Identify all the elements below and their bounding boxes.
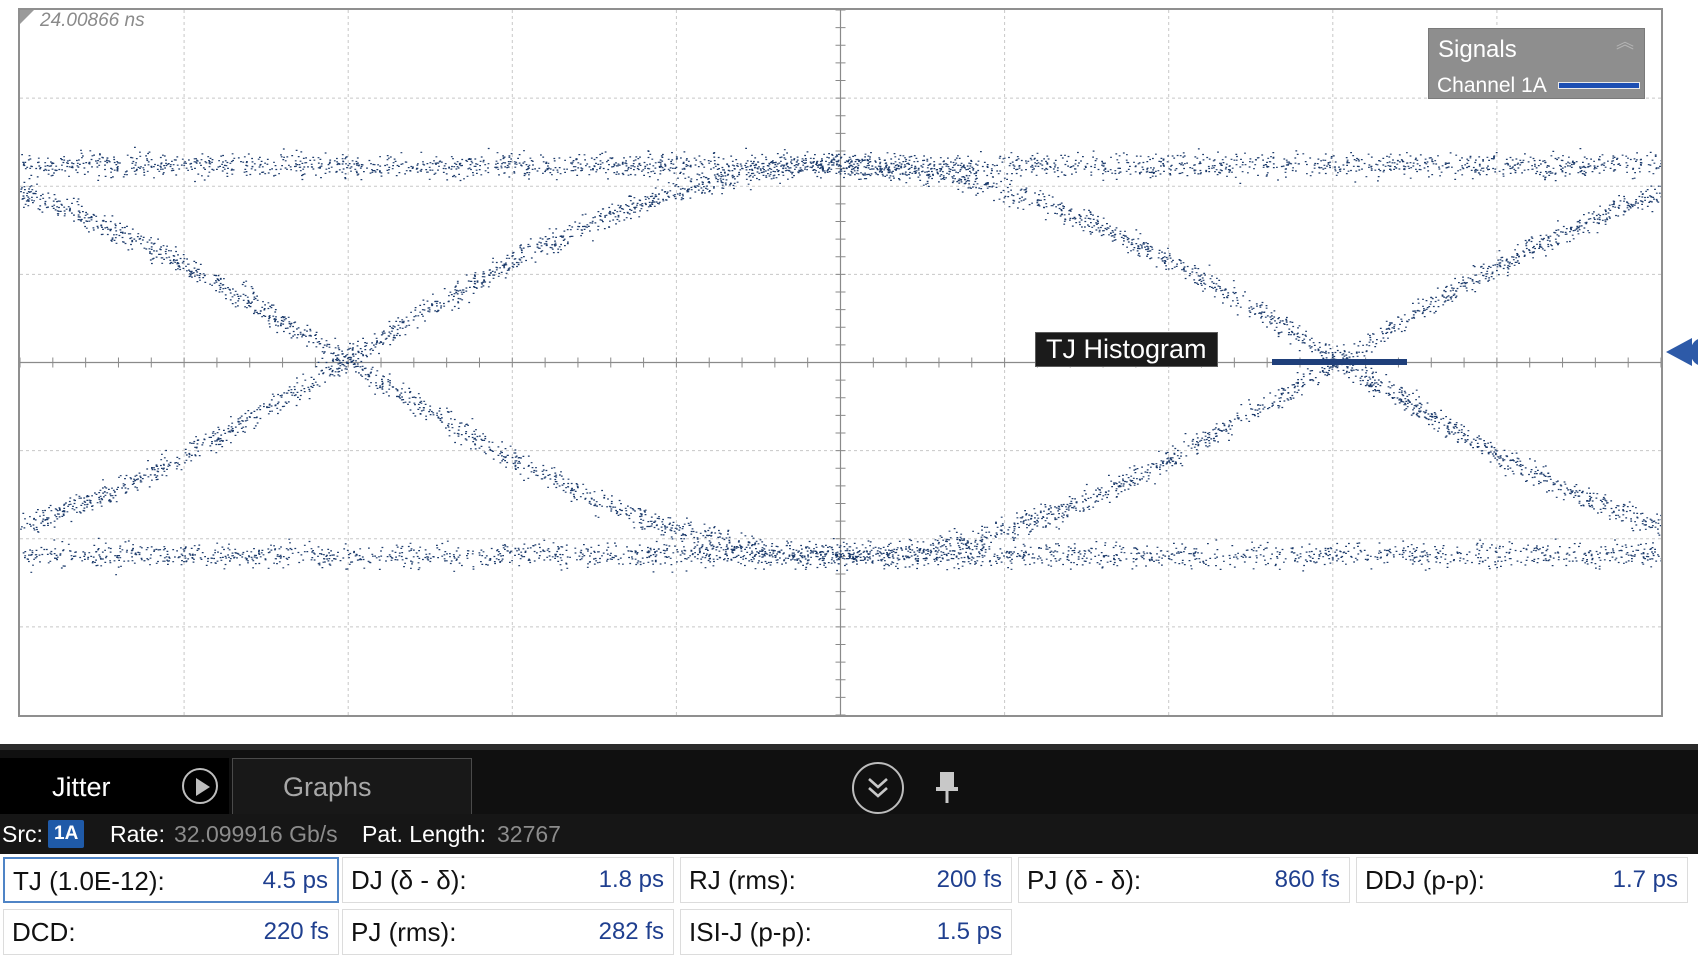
jitter-panel: Jitter Graphs Src: 1A Rate: 32.099916 Gb… [0,744,1698,970]
tab-jitter-label: Jitter [52,772,111,802]
graticule [19,9,1662,716]
double-chevron-down-icon[interactable] [852,762,904,814]
tab-graphs[interactable]: Graphs [232,758,472,814]
source-info-bar: Src: 1A Rate: 32.099916 Gb/s Pat. Length… [0,814,1698,854]
pin-icon[interactable] [935,770,959,804]
measurement-tj[interactable]: TJ (1.0E-12): 4.5 ps [3,857,339,903]
src-badge[interactable]: 1A [48,820,85,848]
tab-graphs-label: Graphs [283,772,372,802]
measurement-isi-j[interactable]: ISI-J (p-p): 1.5 ps [680,909,1012,955]
measurement-value: 220 fs [263,918,329,945]
measurement-label: DJ (δ - δ): [351,865,467,895]
level-marker-icon[interactable] [1666,338,1692,366]
measurement-ddj[interactable]: DDJ (p-p): 1.7 ps [1356,857,1688,903]
eye-diagram-canvas [18,8,1663,717]
eye-diagram-display: 24.00866 ns Signals ︽ Channel 1A TJ Hist… [0,0,1698,740]
measurement-label: ISI-J (p-p): [689,917,812,947]
eye-trace-points [20,146,1663,576]
measurement-value: 282 fs [598,918,664,945]
play-icon[interactable] [182,768,218,804]
measurement-value: 4.5 ps [262,867,328,894]
measurement-value: 1.8 ps [598,866,664,893]
tj-histogram-bar [1272,359,1407,365]
measurement-label: RJ (rms): [689,865,796,895]
legend-channel-swatch [1558,82,1640,89]
measurement-dcd[interactable]: DCD: 220 fs [3,909,339,955]
pattern-length-label: Pat. Length: [362,821,487,847]
time-reference-label: 24.00866 ns [40,10,145,31]
measurement-value: 860 fs [1274,866,1340,893]
measurement-rj[interactable]: RJ (rms): 200 fs [680,857,1012,903]
chevron-up-icon[interactable]: ︽ [1616,33,1634,51]
eye-traces [20,146,1663,576]
legend-title: Signals [1438,36,1517,63]
measurement-dj[interactable]: DJ (δ - δ): 1.8 ps [342,857,674,903]
tab-jitter[interactable]: Jitter [0,758,229,820]
measurement-value: 200 fs [936,866,1002,893]
corner-icon [20,10,34,24]
measurement-label: DDJ (p-p): [1365,865,1485,895]
measurement-pj-dd[interactable]: PJ (δ - δ): 860 fs [1018,857,1350,903]
measurement-label: PJ (δ - δ): [1027,865,1142,895]
measurement-value: 1.5 ps [936,918,1002,945]
measurement-label: DCD: [12,917,76,947]
src-label: Src: [2,821,43,847]
pattern-length-value: 32767 [497,821,561,847]
measurement-label: PJ (rms): [351,917,457,947]
signals-legend[interactable]: Signals ︽ Channel 1A [1428,28,1645,99]
measurement-label: TJ (1.0E-12): [13,866,165,896]
tj-histogram-label: TJ Histogram [1035,332,1218,367]
rate-label: Rate: [110,821,165,847]
rate-value: 32.099916 Gb/s [174,821,338,847]
legend-channel-label: Channel 1A [1437,74,1547,97]
panel-tab-bar: Jitter Graphs [0,744,1698,820]
measurement-value: 1.7 ps [1612,866,1678,893]
measurement-pj-rms[interactable]: PJ (rms): 282 fs [342,909,674,955]
